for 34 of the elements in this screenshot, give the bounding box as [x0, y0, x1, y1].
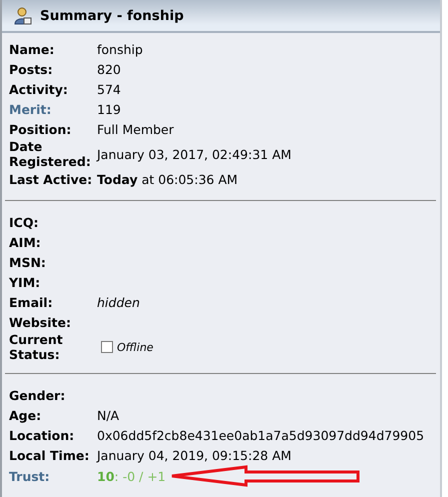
field-label: Last Active: — [9, 172, 94, 186]
field-label: Local Time: — [9, 448, 90, 462]
field-label: MSN: — [9, 254, 47, 270]
field-label[interactable]: Trust: — [9, 468, 97, 484]
field-label[interactable]: Merit: — [9, 102, 97, 116]
field-value: Full Member — [97, 122, 174, 136]
field-value: January 04, 2019, 09:15:28 AM — [97, 448, 292, 462]
field-label: ICQ: — [9, 214, 40, 230]
field-label: Name: — [9, 42, 56, 56]
field-label: Website: — [9, 314, 72, 330]
user-icon — [14, 6, 32, 24]
field-value: Today at 06:05:36 AM — [97, 172, 238, 186]
field-label: Current Status: — [9, 332, 64, 362]
field-label: Activity: — [9, 82, 69, 96]
field-value: January 03, 2017, 02:49:31 AM — [97, 146, 292, 162]
field-value: N/A — [97, 408, 120, 422]
panel-title: Summary - fonship — [40, 8, 184, 24]
field-value: hidden — [97, 294, 140, 310]
field-label: Date Registered: — [9, 139, 92, 169]
status-text: Offline — [117, 340, 154, 354]
trust-score: 10: -0 / +1 — [97, 468, 166, 484]
field-label: Position: — [9, 122, 72, 136]
field-label: Location: — [9, 428, 76, 442]
field-value: 574 — [97, 82, 121, 96]
field-value: fonship — [97, 42, 143, 56]
field-value: 0x06dd5f2cb8e431ee0ab1a7a5d93097dd94d79905 — [97, 428, 424, 442]
field-label: Gender: — [9, 388, 66, 402]
field-label: Posts: — [9, 62, 54, 76]
field-value: 820 — [97, 62, 121, 76]
field-label: Age: — [9, 408, 42, 422]
field-label: YIM: — [9, 274, 42, 290]
field-label: Email: — [9, 294, 54, 310]
field-value: 119 — [97, 102, 121, 116]
field-label: AIM: — [9, 234, 42, 250]
